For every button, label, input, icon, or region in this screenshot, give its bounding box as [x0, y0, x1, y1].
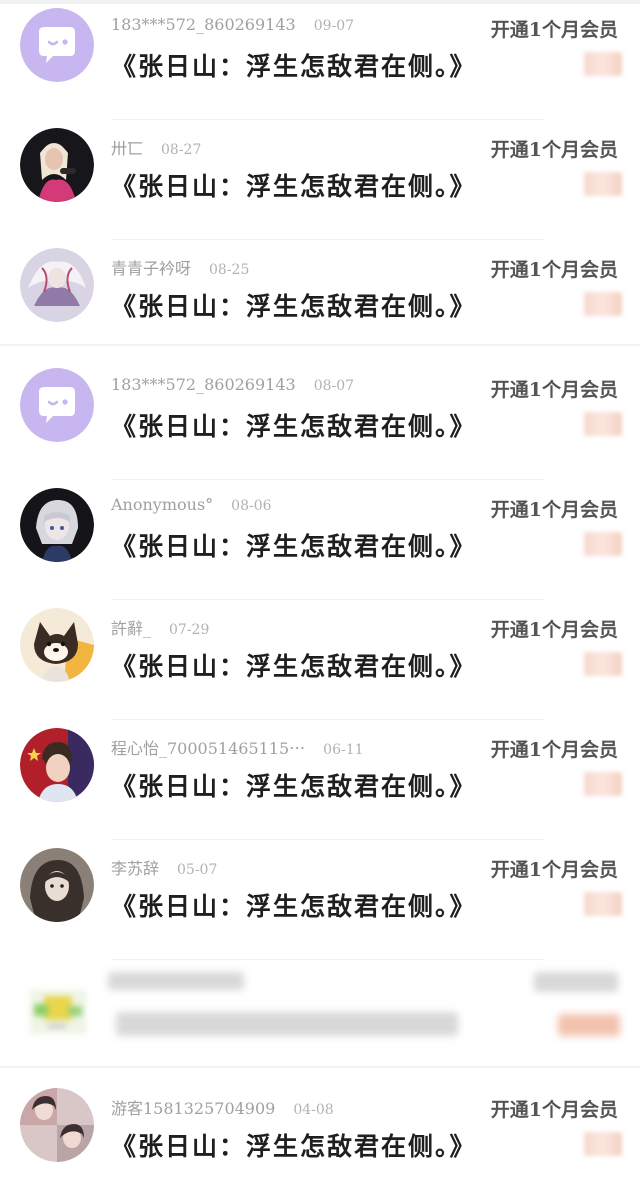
membership-action: 开通1个月会员: [490, 19, 618, 41]
blurred-price: [584, 412, 622, 436]
avatar[interactable]: [20, 128, 94, 202]
book-title[interactable]: 《张日山：浮生怎敌君在侧。》: [111, 47, 477, 83]
book-title[interactable]: 《张日山：浮生怎敌君在侧。》: [111, 887, 477, 923]
comment-row[interactable]: Anonymous° 08-06 《张日山：浮生怎敌君在侧。》 开通1个月会员: [0, 480, 640, 600]
book-title[interactable]: 《张日山：浮生怎敌君在侧。》: [111, 647, 477, 683]
username[interactable]: 183***572_860269143: [111, 375, 296, 394]
username[interactable]: 青青子衿呀: [111, 259, 191, 278]
redacted-comment-row[interactable]: [0, 960, 640, 1080]
username-line: 許辭_ 07-29: [111, 615, 209, 639]
comment-row[interactable]: 游客1581325704909 04-08 《张日山：浮生怎敌君在侧。》 开通1个…: [0, 1080, 640, 1200]
avatar[interactable]: [20, 848, 94, 922]
comment-date: 08-06: [231, 498, 272, 514]
redacted-action: [534, 972, 618, 992]
comment-row[interactable]: 李苏辞 05-07 《张日山：浮生怎敌君在侧。》 开通1个月会员: [0, 840, 640, 960]
comment-row[interactable]: 卅匸 08-27 《张日山：浮生怎敌君在侧。》 开通1个月会员: [0, 120, 640, 240]
username-line: 卅匸 08-27: [111, 135, 201, 159]
comment-date: 08-07: [313, 378, 355, 394]
username[interactable]: 程心怡_700051465115⋯: [111, 739, 305, 758]
avatar[interactable]: [20, 728, 94, 802]
blurred-price: [584, 892, 622, 916]
membership-action: 开通1个月会员: [490, 139, 618, 161]
avatar[interactable]: [20, 488, 94, 562]
membership-action: 开通1个月会员: [490, 379, 618, 401]
comment-date: 08-25: [209, 262, 250, 278]
comment-date: 05-07: [177, 862, 218, 878]
membership-action: 开通1个月会员: [490, 739, 618, 761]
book-title[interactable]: 《张日山：浮生怎敌君在侧。》: [111, 527, 477, 563]
section-divider: [0, 1066, 640, 1068]
username[interactable]: 183***572_860269143: [111, 15, 296, 34]
username[interactable]: 李苏辞: [111, 859, 159, 878]
comment-date: 04-08: [293, 1102, 334, 1118]
comment-date: 09-07: [313, 18, 355, 34]
username-line: 李苏辞 05-07: [111, 855, 217, 879]
membership-action: 开通1个月会员: [490, 859, 618, 881]
comment-date: 07-29: [169, 622, 210, 638]
book-title[interactable]: 《张日山：浮生怎敌君在侧。》: [111, 407, 477, 443]
username-line: 游客1581325704909 04-08: [111, 1095, 334, 1119]
redacted-username: [108, 972, 244, 990]
username[interactable]: 許辭_: [111, 619, 151, 638]
book-title[interactable]: 《张日山：浮生怎敌君在侧。》: [111, 287, 477, 323]
blurred-price: [584, 772, 622, 796]
comment-row[interactable]: 許辭_ 07-29 《张日山：浮生怎敌君在侧。》 开通1个月会员: [0, 600, 640, 720]
username[interactable]: 卅匸: [111, 139, 143, 158]
username-line: 程心怡_700051465115⋯ 06-11: [111, 735, 364, 759]
blurred-price: [584, 532, 622, 556]
username-line: 青青子衿呀 08-25: [111, 255, 249, 279]
book-title[interactable]: 《张日山：浮生怎敌君在侧。》: [111, 167, 477, 203]
membership-action: 开通1个月会员: [490, 1099, 618, 1121]
blurred-price: [584, 292, 622, 316]
redacted-avatar: [30, 990, 86, 1034]
membership-action: 开通1个月会员: [490, 259, 618, 281]
comment-row[interactable]: 183***572_860269143 08-07 《张日山：浮生怎敌君在侧。》 …: [0, 360, 640, 480]
username-line: 183***572_860269143 09-07: [111, 15, 354, 34]
comment-row[interactable]: 183***572_860269143 09-07 《张日山：浮生怎敌君在侧。》 …: [0, 0, 640, 120]
membership-action: 开通1个月会员: [490, 499, 618, 521]
blurred-price: [584, 52, 622, 76]
username-line: Anonymous° 08-06: [111, 495, 272, 514]
username-line: 183***572_860269143 08-07: [111, 375, 354, 394]
avatar[interactable]: [20, 608, 94, 682]
blurred-price: [584, 172, 622, 196]
username[interactable]: 游客1581325704909: [111, 1099, 275, 1118]
comment-row[interactable]: 青青子衿呀 08-25 《张日山：浮生怎敌君在侧。》 开通1个月会员: [0, 240, 640, 360]
book-title[interactable]: 《张日山：浮生怎敌君在侧。》: [111, 1127, 477, 1163]
avatar[interactable]: [20, 1088, 94, 1162]
username[interactable]: Anonymous°: [111, 495, 213, 514]
book-title[interactable]: 《张日山：浮生怎敌君在侧。》: [111, 767, 477, 803]
section-divider: [0, 344, 640, 346]
avatar[interactable]: [20, 368, 94, 442]
avatar[interactable]: [20, 248, 94, 322]
membership-action: 开通1个月会员: [490, 619, 618, 641]
avatar[interactable]: [20, 8, 94, 82]
comment-row[interactable]: 程心怡_700051465115⋯ 06-11 《张日山：浮生怎敌君在侧。》 开通…: [0, 720, 640, 840]
comment-date: 08-27: [161, 142, 202, 158]
blurred-price: [584, 652, 622, 676]
blurred-price: [584, 1132, 622, 1156]
comment-date: 06-11: [323, 742, 364, 758]
redacted-price: [558, 1014, 620, 1036]
redacted-title: [116, 1012, 458, 1036]
